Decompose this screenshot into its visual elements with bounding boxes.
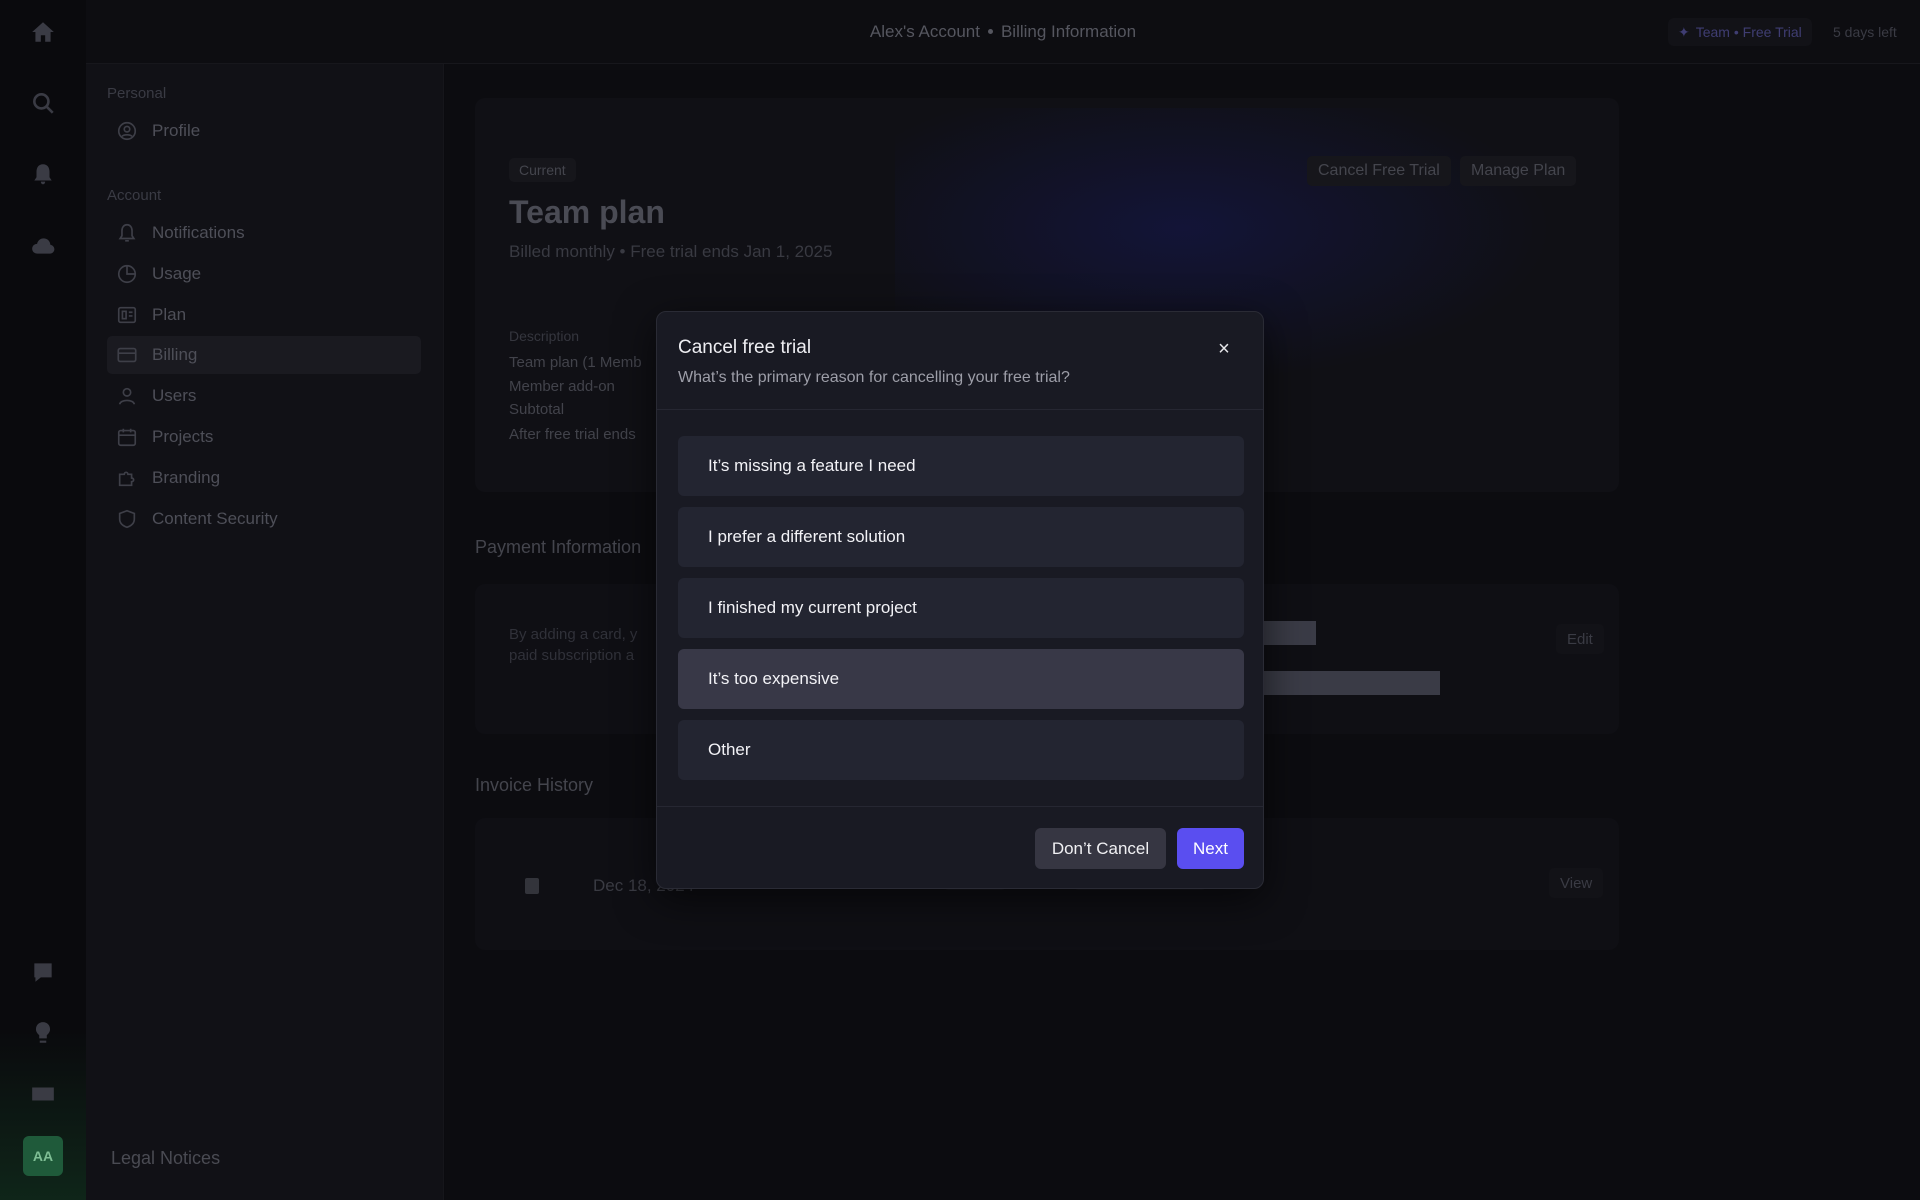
reason-option-finished-project[interactable]: I finished my current project [678, 578, 1244, 638]
cloud-upload-icon[interactable] [23, 226, 63, 266]
sidebar-item-users[interactable]: Users [107, 377, 421, 415]
cancel-trial-modal: Cancel free trial What’s the primary rea… [656, 311, 1264, 889]
sparkle-icon: ✦ [1678, 23, 1690, 40]
legal-notices-link[interactable]: Legal Notices [111, 1148, 220, 1169]
breadcrumb-page: Billing Information [1000, 22, 1137, 41]
sidebar-item-notifications[interactable]: Notifications [107, 214, 421, 252]
personal-group-label: Personal [107, 85, 167, 102]
description-line: After free trial ends [509, 426, 636, 443]
plan-icon [117, 306, 137, 324]
breadcrumb: Alex's Account Billing Information [86, 22, 1920, 42]
app-window: AA Alex's Account Billing Information ✦ T… [0, 0, 1920, 1200]
calendar-icon [117, 428, 137, 447]
sidebar-item-label: Plan [152, 305, 187, 324]
description-label: Description [509, 328, 580, 344]
sidebar-item-label: Users [152, 386, 197, 405]
bell-icon[interactable] [23, 154, 63, 194]
top-header: Alex's Account Billing Information ✦ Team… [86, 0, 1920, 64]
edit-payment-button[interactable]: Edit [1556, 624, 1604, 654]
sidebar-item-label: Billing [152, 345, 198, 364]
trial-badge[interactable]: ✦ Team • Free Trial [1668, 18, 1812, 46]
home-icon[interactable] [23, 12, 63, 52]
cancel-free-trial-button[interactable]: Cancel Free Trial [1307, 156, 1451, 186]
bell-icon [118, 223, 136, 242]
days-left-label: 5 days left [1833, 24, 1897, 40]
pie-chart-icon [117, 264, 137, 284]
sidebar-item-label: Projects [152, 427, 214, 446]
lightbulb-icon[interactable] [23, 1013, 63, 1053]
sidebar-item-label: Profile [152, 121, 201, 140]
reason-option-missing-feature[interactable]: It’s missing a feature I need [678, 436, 1244, 496]
credit-card-icon [117, 347, 137, 363]
sidebar-item-content-security[interactable]: Content Security [107, 500, 421, 538]
manage-plan-button[interactable]: Manage Plan [1460, 156, 1577, 186]
modal-subtitle: What’s the primary reason for cancelling… [678, 369, 1070, 386]
settings-sidebar: Personal Profile Account Notifications U… [86, 64, 444, 1200]
account-group-label: Account [107, 187, 162, 204]
dont-cancel-button[interactable]: Don’t Cancel [1035, 828, 1166, 869]
keyboard-icon[interactable] [23, 1074, 63, 1114]
search-icon[interactable] [23, 83, 63, 123]
reason-option-too-expensive[interactable]: It’s too expensive [678, 649, 1244, 709]
description-line: Member add-on [509, 378, 615, 395]
sidebar-item-billing[interactable]: Billing [107, 336, 421, 374]
user-icon [118, 387, 136, 405]
reason-option-other[interactable]: Other [678, 720, 1244, 780]
payment-text: By adding a card, y paid subscription a [509, 624, 637, 666]
icon-rail: AA [0, 0, 86, 1200]
payment-text-line: By adding a card, y [509, 626, 638, 643]
modal-divider [657, 409, 1263, 410]
sidebar-item-plan[interactable]: Plan [107, 296, 421, 334]
payment-section-title: Payment Information [475, 537, 642, 557]
reason-option-different-solution[interactable]: I prefer a different solution [678, 507, 1244, 567]
document-icon [525, 878, 539, 894]
invoice-section-title: Invoice History [475, 775, 594, 795]
help-icon[interactable] [23, 952, 63, 992]
sidebar-item-profile[interactable]: Profile [107, 112, 421, 150]
modal-divider [657, 806, 1263, 807]
plan-subtitle: Billed monthly • Free trial ends Jan 1, … [509, 242, 833, 261]
view-invoice-button[interactable]: View [1549, 868, 1604, 898]
sidebar-item-projects[interactable]: Projects [107, 418, 421, 456]
profile-icon [117, 121, 137, 141]
close-icon[interactable]: × [1209, 334, 1239, 364]
sidebar-item-branding[interactable]: Branding [107, 459, 421, 497]
plan-title: Team plan [509, 194, 665, 230]
shield-icon [118, 509, 136, 529]
payment-text-line: paid subscription a [509, 647, 635, 664]
trial-badge-label: Team • Free Trial [1695, 24, 1802, 40]
sidebar-item-label: Notifications [152, 223, 245, 242]
avatar[interactable]: AA [23, 1136, 63, 1176]
breadcrumb-account: Alex's Account [869, 22, 980, 41]
description-line: Subtotal [509, 401, 565, 418]
sidebar-item-usage[interactable]: Usage [107, 255, 421, 293]
sidebar-item-label: Content Security [152, 509, 278, 528]
description-line: Team plan (1 Memb [509, 354, 642, 371]
modal-title: Cancel free trial [678, 337, 812, 358]
current-badge: Current [509, 158, 576, 182]
breadcrumb-separator [987, 28, 993, 34]
next-button[interactable]: Next [1177, 828, 1244, 869]
sidebar-item-label: Branding [152, 468, 221, 487]
puzzle-icon [118, 471, 135, 487]
sidebar-item-label: Usage [152, 264, 202, 283]
